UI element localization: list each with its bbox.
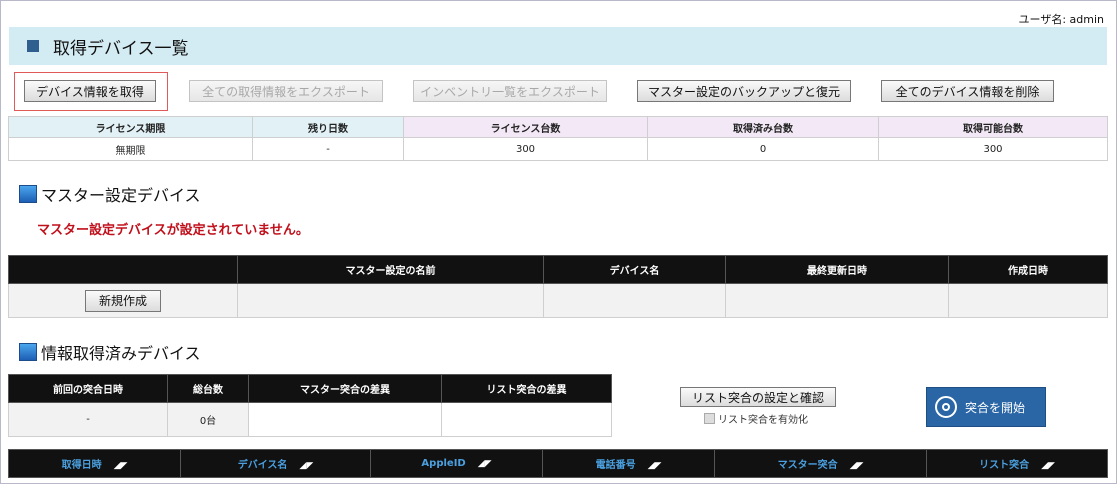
comparison-value-cell	[248, 402, 442, 437]
acquired-section-title: 情報取得済みデバイス	[41, 344, 201, 363]
enable-list-check-checkbox[interactable]	[704, 413, 715, 424]
comparison-header-cell: リスト突合の差異	[441, 374, 612, 403]
enable-list-check-label: リスト突合を有効化	[718, 415, 808, 426]
page-title: 取得デバイス一覧	[53, 38, 189, 59]
start-check-button[interactable]: 突合を開始	[926, 387, 1046, 427]
column-label: マスター突合	[777, 460, 838, 471]
license-header-cell: 取得可能台数	[878, 116, 1108, 138]
comparison-value-cell: -	[8, 402, 168, 437]
comparison-header-cell: マスター突合の差異	[248, 374, 442, 403]
delete-all-button[interactable]: 全てのデバイス情報を削除	[881, 80, 1054, 102]
license-value-cell: 300	[878, 137, 1108, 161]
device-list-table: 取得日時 ◢◤ デバイス名 ◢◤ AppleID ◢◤ 電話番号 ◢◤ マスター突合 ◢◤…	[8, 449, 1108, 478]
license-value-cell: 300	[403, 137, 648, 161]
column-label: デバイス名	[237, 460, 288, 471]
start-check-label: 突合を開始	[965, 400, 1026, 415]
sort-icon[interactable]: ◢◤	[299, 461, 313, 471]
master-backup-button[interactable]: マスター設定のバックアップと復元	[637, 80, 851, 102]
master-section-heading: マスター設定デバイス	[19, 182, 201, 206]
master-header-cell: マスター設定の名前	[237, 255, 544, 284]
column-label: 取得日時	[61, 460, 102, 471]
master-cell	[543, 283, 726, 318]
new-master-button[interactable]: 新規作成	[85, 289, 161, 312]
title-square-icon	[27, 40, 39, 52]
column-header-acquired-at[interactable]: 取得日時 ◢◤	[8, 449, 181, 478]
master-action-cell: 新規作成	[8, 283, 238, 318]
master-warning-text: マスター設定デバイスが設定されていません。	[37, 223, 309, 238]
license-header-cell: ライセンス期限	[8, 116, 253, 138]
master-cell	[725, 283, 949, 318]
comparison-value-cell: 0台	[167, 402, 249, 437]
enable-list-check-row: リスト突合を有効化	[704, 411, 808, 426]
export-all-button[interactable]: 全ての取得情報をエクスポート	[189, 80, 383, 102]
sort-icon[interactable]: ◢◤	[1041, 461, 1055, 471]
export-inventory-button[interactable]: インベントリ一覧をエクスポート	[413, 80, 607, 102]
license-value-cell: -	[252, 137, 404, 161]
comparison-value-cell	[441, 402, 612, 437]
license-header-cell: 取得済み台数	[647, 116, 879, 138]
column-header-master-check[interactable]: マスター突合 ◢◤	[714, 449, 927, 478]
section-square-icon	[19, 343, 37, 361]
sort-icon[interactable]: ◢◤	[648, 461, 662, 471]
column-header-device-name[interactable]: デバイス名 ◢◤	[180, 449, 371, 478]
get-device-info-button[interactable]: デバイス情報を取得	[24, 80, 156, 102]
license-value-cell: 無期限	[8, 137, 253, 161]
column-header-list-check[interactable]: リスト突合 ◢◤	[926, 449, 1108, 478]
license-header-cell: 残り日数	[252, 116, 404, 138]
master-cell	[948, 283, 1108, 318]
page-title-bar: 取得デバイス一覧	[9, 27, 1107, 65]
master-header-cell: デバイス名	[543, 255, 726, 284]
username-label: ユーザ名: admin	[1018, 13, 1104, 26]
sort-icon[interactable]: ◢◤	[478, 459, 492, 469]
license-header-cell: ライセンス台数	[403, 116, 648, 138]
column-label: 電話番号	[595, 460, 636, 471]
column-label: AppleID	[421, 458, 466, 469]
comparison-header-cell: 総台数	[167, 374, 249, 403]
license-value-cell: 0	[647, 137, 879, 161]
gear-icon	[935, 396, 957, 418]
sort-icon[interactable]: ◢◤	[114, 461, 128, 471]
master-header-cell	[8, 255, 238, 284]
license-table: ライセンス期限 残り日数 ライセンス台数 取得済み台数 取得可能台数 無期限 -…	[8, 116, 1108, 161]
master-section-title: マスター設定デバイス	[41, 186, 201, 205]
column-header-phone[interactable]: 電話番号 ◢◤	[542, 449, 715, 478]
master-header-cell: 最終更新日時	[725, 255, 949, 284]
sort-icon[interactable]: ◢◤	[850, 461, 864, 471]
master-header-cell: 作成日時	[948, 255, 1108, 284]
section-square-icon	[19, 185, 37, 203]
master-cell	[237, 283, 544, 318]
acquired-section-heading: 情報取得済みデバイス	[19, 340, 201, 364]
column-header-apple-id[interactable]: AppleID ◢◤	[370, 449, 543, 478]
list-check-settings-button[interactable]: リスト突合の設定と確認	[680, 387, 836, 407]
master-table: マスター設定の名前 デバイス名 最終更新日時 作成日時 新規作成	[8, 255, 1108, 318]
comparison-table: 前回の突合日時 総台数 マスター突合の差異 リスト突合の差異 - 0台	[8, 374, 612, 437]
column-label: リスト突合	[979, 460, 1030, 471]
comparison-header-cell: 前回の突合日時	[8, 374, 168, 403]
